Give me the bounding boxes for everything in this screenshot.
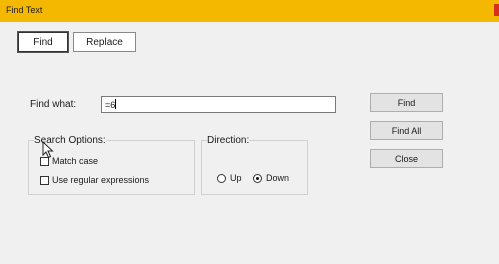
tab-replace[interactable]: Replace (73, 32, 136, 52)
direction-down-label: Down (266, 173, 290, 183)
regex-option[interactable]: Use regular expressions (40, 175, 149, 185)
find-what-input[interactable]: =6 (101, 96, 336, 113)
text-caret (115, 99, 117, 109)
find-what-value: =6 (105, 100, 116, 110)
direction-down-radio[interactable] (253, 173, 262, 183)
direction-up-label: Up (230, 173, 242, 183)
direction-up-radio[interactable] (217, 173, 226, 183)
close-button[interactable]: Close (370, 149, 443, 168)
close-icon[interactable] (494, 4, 499, 16)
find-button[interactable]: Find (370, 93, 443, 112)
mouse-pointer-icon (42, 141, 54, 159)
title-bar: Find Text (0, 0, 499, 22)
tab-find[interactable]: Find (18, 32, 68, 52)
regex-label: Use regular expressions (52, 175, 150, 185)
direction-down-option[interactable]: Down (253, 173, 289, 183)
window-title: Find Text (6, 5, 43, 15)
direction-up-option[interactable]: Up (217, 173, 242, 183)
match-case-label: Match case (52, 156, 99, 166)
direction-group (201, 140, 308, 195)
direction-title: Direction: (207, 135, 250, 146)
find-what-label: Find what: (30, 99, 77, 110)
find-all-button[interactable]: Find All (370, 121, 443, 140)
regex-checkbox[interactable] (40, 175, 49, 185)
